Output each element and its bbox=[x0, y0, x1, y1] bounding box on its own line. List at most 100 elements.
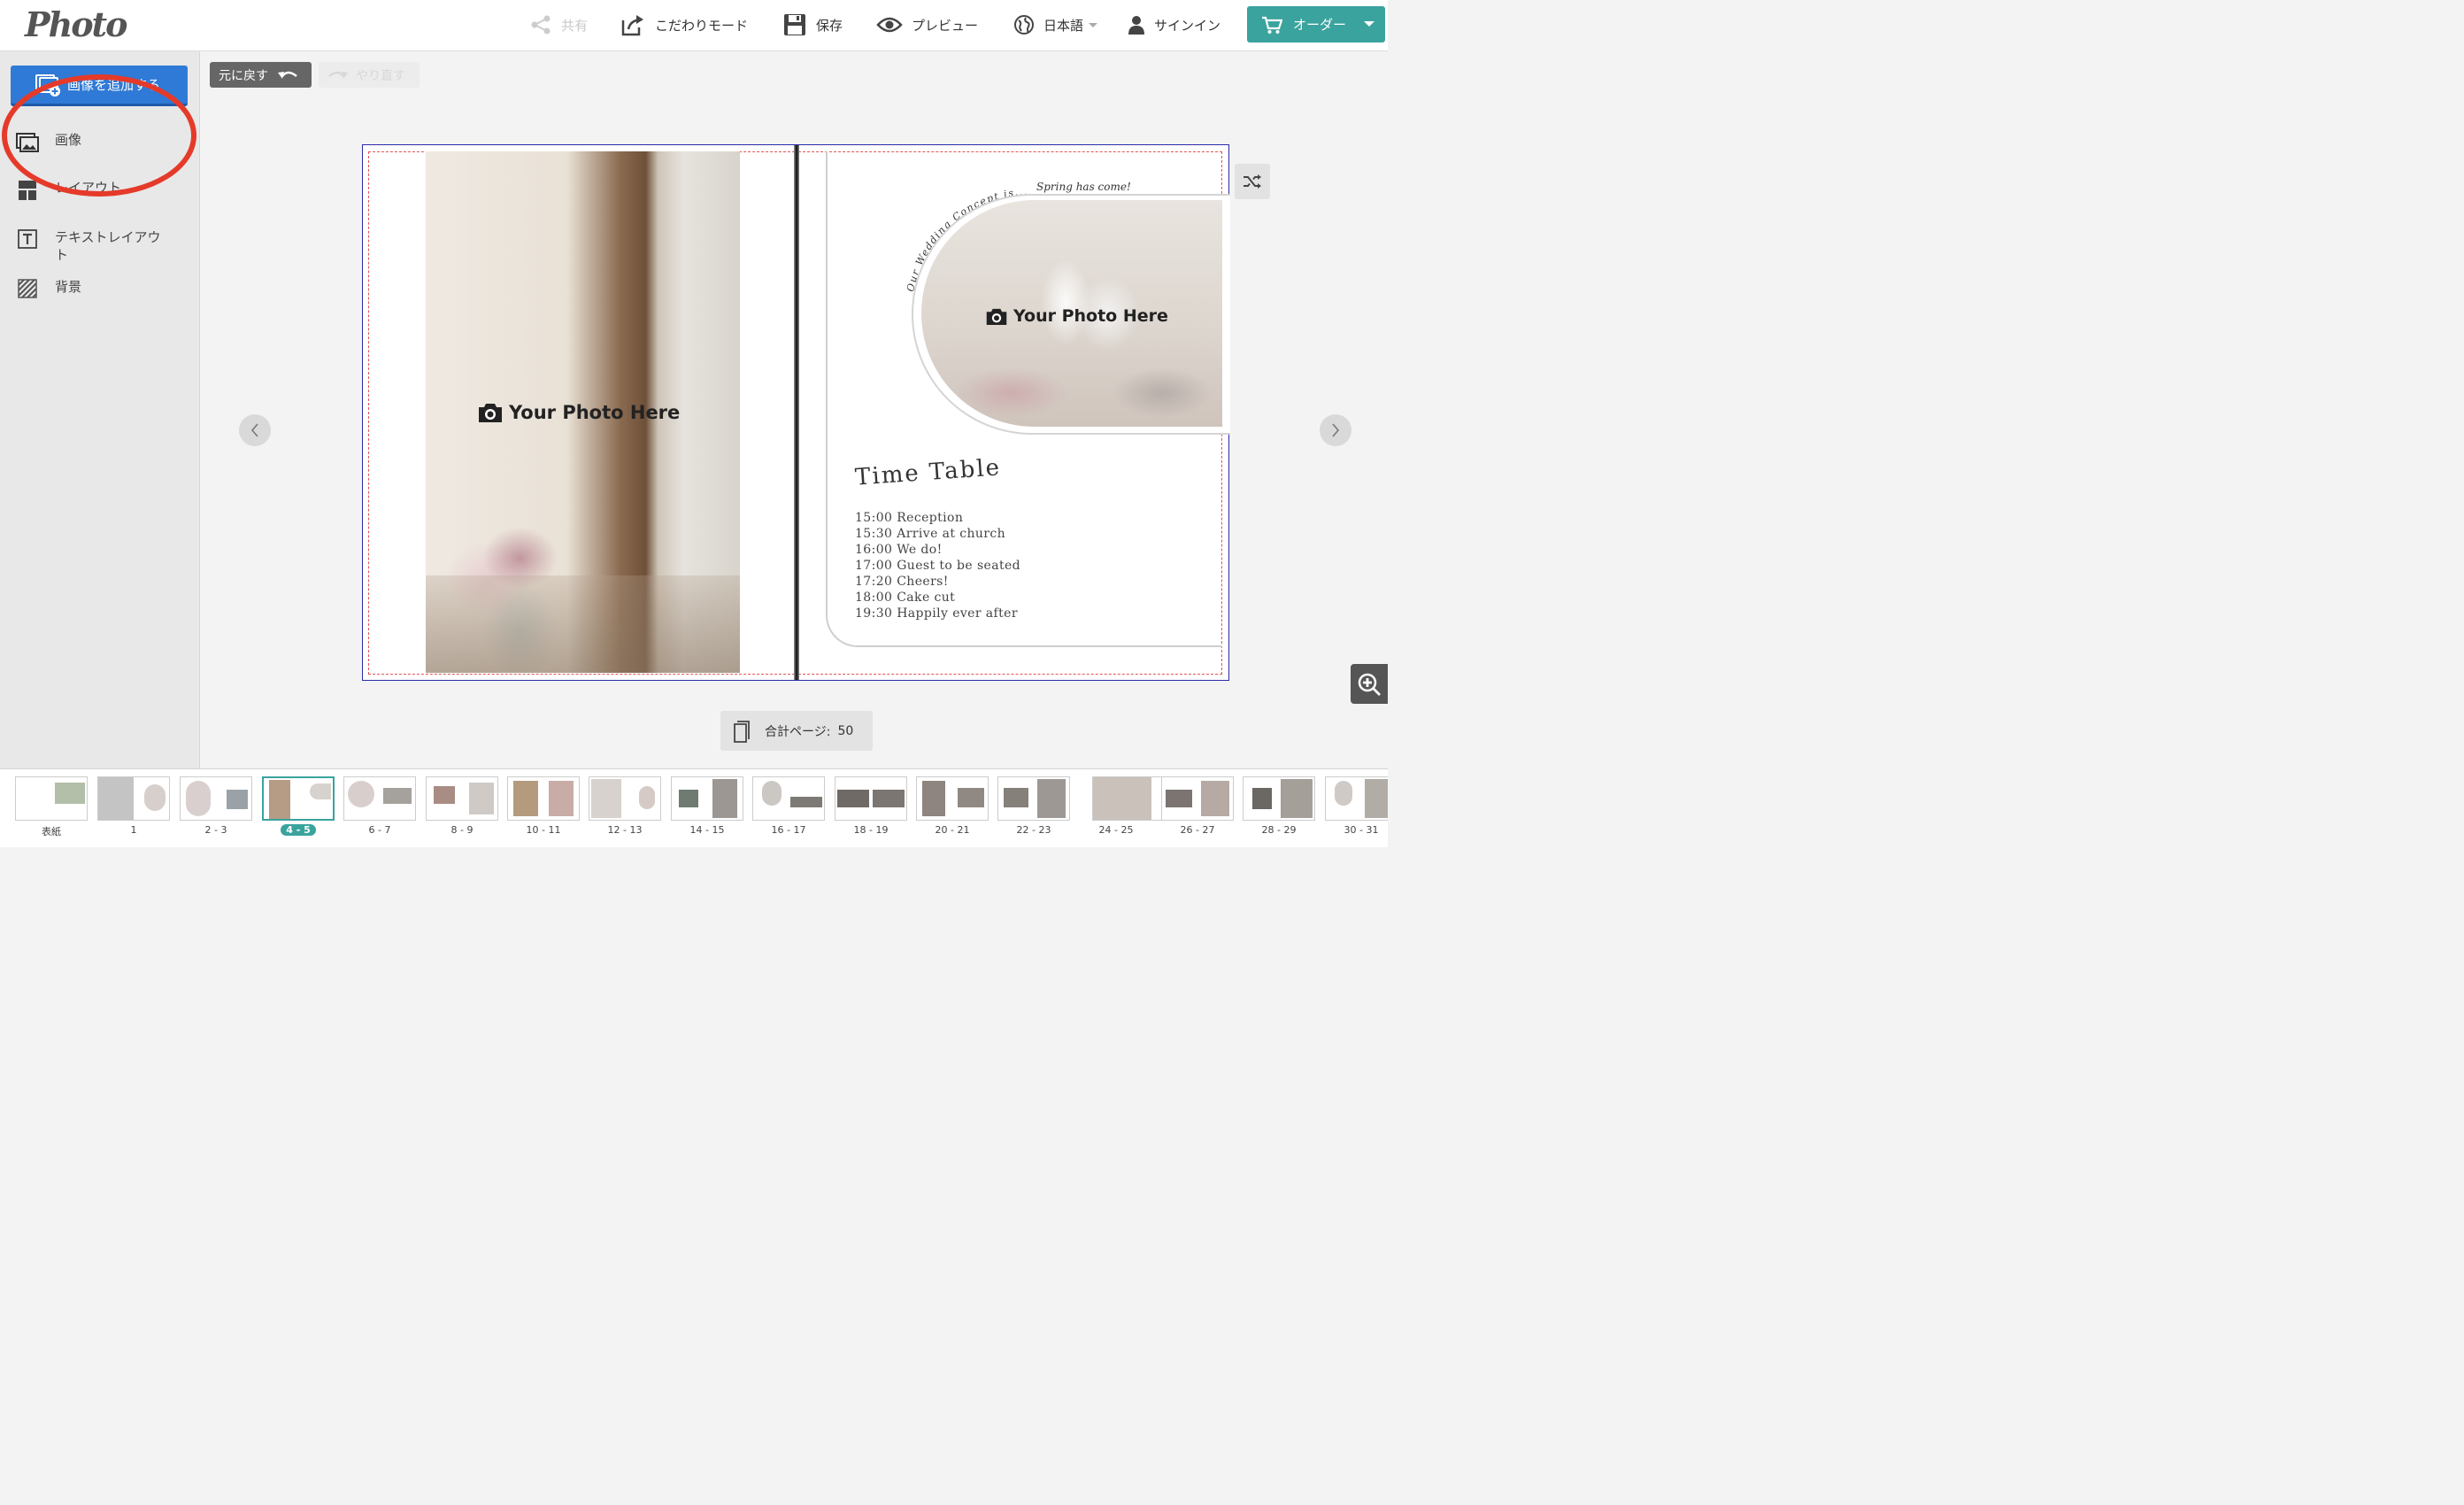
thumbnail-label: 表紙 bbox=[42, 826, 61, 837]
thumbnail-page[interactable] bbox=[671, 776, 743, 821]
photobook-spread[interactable]: Your Photo Here Our Wedding Concept is..… bbox=[362, 144, 1230, 681]
timetable-row: 17:00 Guest to be seated bbox=[855, 559, 1021, 573]
photobook-logo[interactable]: Photo bbox=[25, 5, 166, 44]
sidebar-item-background[interactable]: 背景 bbox=[16, 278, 170, 301]
thumbnail-page[interactable] bbox=[1092, 776, 1165, 821]
shuffle-layout-button[interactable] bbox=[1235, 164, 1270, 199]
timetable-list[interactable]: 15:00 Reception 15:30 Arrive at church 1… bbox=[855, 510, 1020, 621]
undo-label: 元に戻す bbox=[219, 68, 268, 83]
thumbnail-page-active[interactable] bbox=[262, 776, 335, 821]
redo-button[interactable]: やり直す bbox=[319, 62, 420, 88]
thumb-photo bbox=[1252, 788, 1272, 809]
shuffle-icon bbox=[1244, 174, 1261, 189]
zoom-in-icon bbox=[1358, 673, 1381, 696]
thumbnail-page[interactable] bbox=[835, 776, 907, 821]
placeholder-text: Your Photo Here bbox=[509, 402, 681, 423]
prev-page-button[interactable] bbox=[239, 414, 271, 446]
layout-icon bbox=[19, 181, 36, 200]
add-image-button[interactable]: 画像を追加する bbox=[11, 66, 188, 106]
signin-label: サインイン bbox=[1154, 17, 1221, 34]
thumbnail-page[interactable] bbox=[180, 776, 252, 821]
redo-label: やり直す bbox=[356, 68, 405, 83]
thumbnail-page[interactable] bbox=[1161, 776, 1234, 821]
thumb-photo bbox=[383, 788, 412, 804]
thumbnail-label: 4 - 5 bbox=[262, 824, 335, 836]
thumb-photo bbox=[310, 783, 331, 799]
thumb-photo bbox=[1335, 781, 1352, 806]
camera-icon bbox=[986, 308, 1007, 325]
thumb-photo bbox=[958, 788, 984, 807]
pages-icon bbox=[734, 720, 750, 743]
thumbnail-label: 2 - 3 bbox=[204, 824, 227, 836]
thumb-photo bbox=[1365, 779, 1388, 818]
share-icon bbox=[531, 15, 551, 35]
photo-floor-shade bbox=[426, 575, 740, 673]
background-icon bbox=[18, 279, 37, 298]
language-dropdown[interactable]: 日本語 bbox=[1013, 0, 1098, 50]
thumbnail-page[interactable] bbox=[343, 776, 416, 821]
thumbnail-page[interactable] bbox=[97, 776, 170, 821]
thumbnail-label: 8 - 9 bbox=[450, 824, 474, 836]
total-pages-value: 50 bbox=[837, 723, 854, 738]
thumb-photo bbox=[469, 783, 494, 814]
sidebar-item-layout[interactable]: レイアウト bbox=[16, 179, 170, 202]
zoom-in-button[interactable] bbox=[1351, 664, 1388, 704]
spring-caption: Spring has come! bbox=[1036, 181, 1131, 193]
caret-down-icon bbox=[1089, 22, 1098, 27]
thumb-page bbox=[18, 779, 51, 818]
timetable-row: 17:20 Cheers! bbox=[855, 575, 949, 589]
thumb-photo bbox=[790, 797, 822, 807]
thumb-photo bbox=[186, 781, 211, 816]
total-pages-indicator: 合計ページ: 50 bbox=[720, 711, 873, 751]
undo-button[interactable]: 元に戻す bbox=[210, 62, 312, 88]
thumb-photo bbox=[591, 779, 621, 818]
logo-text: Photo bbox=[25, 4, 127, 44]
thumbnail-cover[interactable] bbox=[15, 776, 88, 821]
order-label: オーダー bbox=[1293, 17, 1347, 33]
preview-button[interactable]: プレビュー bbox=[876, 0, 978, 50]
custom-mode-button[interactable]: こだわりモード bbox=[620, 0, 748, 50]
text-layout-icon bbox=[18, 229, 37, 249]
sidebar-item-image[interactable]: 画像 bbox=[16, 131, 170, 154]
thumbnail-page[interactable] bbox=[997, 776, 1070, 821]
timetable-row: 19:30 Happily ever after bbox=[855, 606, 1018, 621]
thumb-page bbox=[98, 777, 134, 820]
sidebar-item-label: 画像 bbox=[55, 132, 82, 148]
caret-down-icon[interactable] bbox=[1364, 21, 1374, 27]
thumb-photo bbox=[1037, 779, 1066, 818]
thumb-photo bbox=[922, 781, 945, 816]
total-pages-label: 合計ページ: bbox=[765, 724, 831, 739]
left-sidebar: 画像を追加する 画像 レイアウト テキストレイアウト 背景 bbox=[0, 51, 200, 768]
page-thumbnail-strip: 表紙 1 2 - 3 4 - 5 6 - 7 8 - 9 10 - 11 12 … bbox=[0, 768, 1388, 847]
thumbnail-page[interactable] bbox=[1325, 776, 1388, 821]
thumbnail-label: 16 - 17 bbox=[771, 824, 806, 836]
thumb-photo bbox=[513, 781, 538, 816]
thumb-photo bbox=[1281, 779, 1313, 818]
save-button[interactable]: 保存 bbox=[782, 0, 843, 50]
globe-icon bbox=[1014, 15, 1034, 35]
thumbnail-page[interactable] bbox=[752, 776, 825, 821]
thumbnail-page[interactable] bbox=[507, 776, 580, 821]
redo-icon bbox=[328, 71, 348, 79]
share-button[interactable]: 共有 bbox=[529, 0, 588, 50]
thumbnail-page[interactable] bbox=[1243, 776, 1315, 821]
thumb-photo bbox=[639, 786, 655, 809]
order-button[interactable]: オーダー bbox=[1247, 6, 1385, 42]
thumb-photo bbox=[1201, 781, 1229, 816]
thumb-photo bbox=[873, 790, 905, 807]
thumbnail-page[interactable] bbox=[426, 776, 498, 821]
thumbnail-label: 24 - 25 bbox=[1098, 824, 1134, 836]
share-label: 共有 bbox=[561, 17, 589, 34]
thumbnail-label: 28 - 29 bbox=[1261, 824, 1297, 836]
sidebar-item-label: レイアウト bbox=[55, 180, 122, 196]
add-image-label: 画像を追加する bbox=[67, 77, 161, 93]
thumb-photo bbox=[227, 790, 248, 809]
next-page-button[interactable] bbox=[1320, 414, 1351, 446]
sidebar-item-text-layout[interactable]: テキストレイアウト bbox=[16, 228, 170, 264]
signin-button[interactable]: サインイン bbox=[1128, 0, 1220, 50]
thumbnail-page[interactable] bbox=[916, 776, 989, 821]
language-label: 日本語 bbox=[1043, 17, 1084, 34]
preview-label: プレビュー bbox=[912, 17, 979, 34]
thumb-photo bbox=[144, 784, 166, 811]
thumbnail-page[interactable] bbox=[589, 776, 661, 821]
